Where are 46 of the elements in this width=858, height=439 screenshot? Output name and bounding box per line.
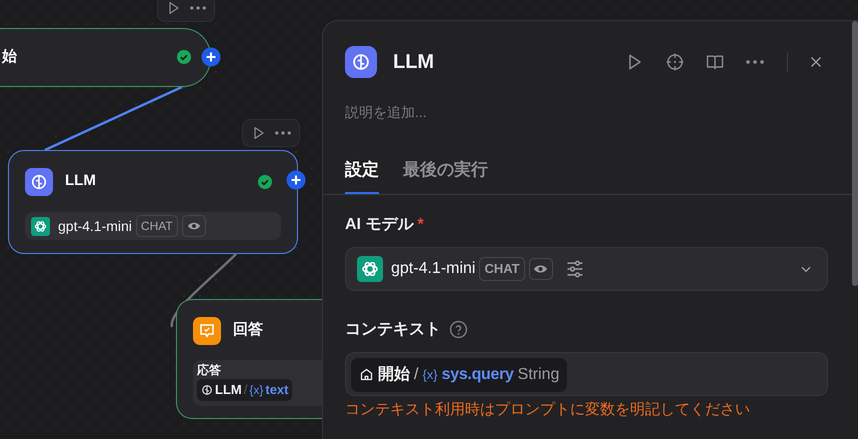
- context-field[interactable]: 開始 / {x} sys.query String: [345, 352, 828, 396]
- node-title: 回答: [233, 320, 263, 340]
- node-title: LLM: [65, 171, 96, 192]
- variable-mark: {x}: [422, 366, 438, 384]
- home-icon: [359, 367, 374, 382]
- brain-icon: [345, 46, 377, 78]
- output-label: 応答: [197, 363, 221, 377]
- model-tag: CHAT: [479, 256, 525, 280]
- source-name: LLM: [215, 381, 242, 399]
- field-label: AI モデル: [345, 214, 414, 234]
- variable-mark: {x}: [249, 382, 264, 399]
- workflow-node[interactable]: 始: [0, 28, 211, 87]
- locate-icon: [665, 52, 685, 72]
- openai-icon: [357, 256, 383, 282]
- openai-icon: [31, 216, 50, 236]
- brain-icon: [201, 384, 213, 396]
- variable-name: text: [265, 381, 288, 399]
- separator: /: [414, 364, 418, 384]
- more-icon: [746, 60, 764, 64]
- more-icon[interactable]: [275, 131, 291, 135]
- node-title: 始: [2, 46, 17, 67]
- tab[interactable]: 設定: [345, 157, 379, 194]
- workflow-node[interactable]: 回答 応答 LLM/{x}text: [176, 299, 322, 419]
- model-name: gpt-4.1-mini: [58, 216, 132, 236]
- sliders-icon[interactable]: [564, 258, 585, 278]
- scrollbar-thumb[interactable]: [852, 21, 858, 286]
- source-name: 開始: [378, 364, 410, 384]
- model-select[interactable]: gpt-4.1-mini CHAT: [345, 246, 828, 290]
- more-icon[interactable]: [190, 6, 206, 10]
- field-label: コンテキスト: [345, 320, 441, 340]
- chat-check-icon: [193, 316, 221, 344]
- variable-type: String: [518, 364, 560, 384]
- add-icon[interactable]: [201, 47, 221, 67]
- add-icon[interactable]: [286, 170, 306, 190]
- description-field[interactable]: 説明を追加...: [345, 102, 828, 123]
- required-mark: *: [417, 214, 424, 234]
- warning-text: コンテキスト利用時はプロンプトに変数を明記してください: [345, 400, 751, 420]
- model-name: gpt-4.1-mini: [391, 258, 476, 278]
- panel-title: LLM: [393, 50, 434, 75]
- variable-name: sys.query: [442, 364, 514, 384]
- brain-icon: [25, 168, 53, 196]
- model-tag: CHAT: [136, 215, 178, 237]
- workflow-node[interactable]: LLM gpt-4.1-mini CHAT: [8, 150, 298, 254]
- separator: /: [244, 381, 248, 399]
- help-icon: [449, 320, 468, 339]
- tab[interactable]: 最後の実行: [403, 157, 488, 194]
